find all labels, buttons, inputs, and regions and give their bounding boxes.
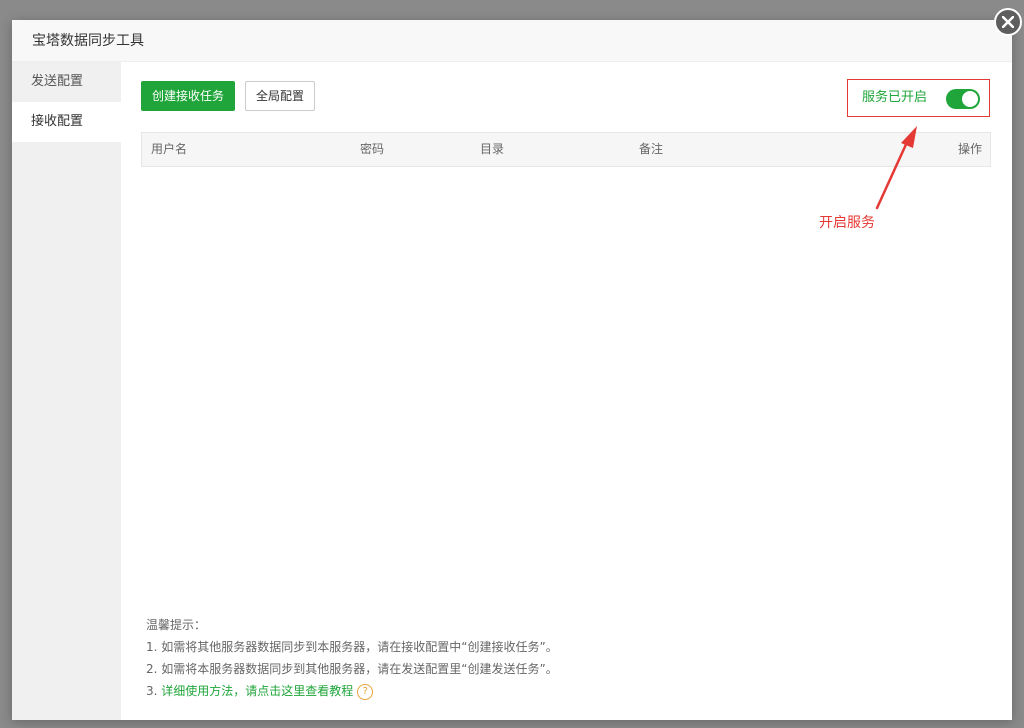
sync-tool-dialog: 宝塔数据同步工具 发送配置 接收配置 创建接收任务 全局配置 服务已开启 用户名…	[12, 20, 1012, 720]
column-header-username: 用户名	[151, 142, 188, 156]
annotation-open-service: 开启服务	[819, 215, 875, 231]
service-status-panel: 服务已开启	[847, 79, 990, 117]
column-header-actions: 操作	[957, 142, 982, 156]
question-circle-icon[interactable]: ?	[357, 683, 374, 700]
tip-line-3: 3. 详细使用方法，请点击这里查看教程?	[146, 680, 558, 702]
close-button[interactable]	[994, 8, 1022, 36]
sidebar: 发送配置 接收配置	[12, 62, 121, 720]
service-toggle[interactable]	[946, 89, 980, 109]
column-header-directory: 目录	[480, 142, 505, 156]
tip-line-3-prefix: 3.	[146, 684, 162, 698]
dialog-title: 宝塔数据同步工具	[12, 20, 1012, 62]
global-config-button[interactable]: 全局配置	[245, 81, 315, 111]
tip-line-1: 1. 如需将其他服务器数据同步到本服务器，请在接收配置中“创建接收任务”。	[146, 640, 558, 654]
column-header-password: 密码	[360, 142, 385, 156]
close-icon	[1002, 16, 1014, 28]
service-status-label: 服务已开启	[862, 90, 928, 105]
tips-panel: 温馨提示： 1. 如需将其他服务器数据同步到本服务器，请在接收配置中“创建接收任…	[146, 614, 558, 702]
main-content: 创建接收任务 全局配置 服务已开启 用户名 密码 目录 备注 操作 开启服务 温…	[121, 62, 1012, 720]
tip-line-2: 2. 如需将本服务器数据同步到其他服务器，请在发送配置里“创建发送任务”。	[146, 662, 558, 676]
column-header-remark: 备注	[639, 142, 664, 156]
sidebar-item-receive-config[interactable]: 接收配置	[12, 102, 121, 142]
annotation-arrow	[875, 126, 917, 210]
toggle-knob	[962, 91, 978, 107]
sidebar-item-send-config[interactable]: 发送配置	[12, 62, 121, 102]
tutorial-link[interactable]: 详细使用方法，请点击这里查看教程	[161, 684, 353, 698]
tips-title: 温馨提示：	[146, 618, 207, 632]
create-receive-task-button[interactable]: 创建接收任务	[141, 81, 235, 111]
